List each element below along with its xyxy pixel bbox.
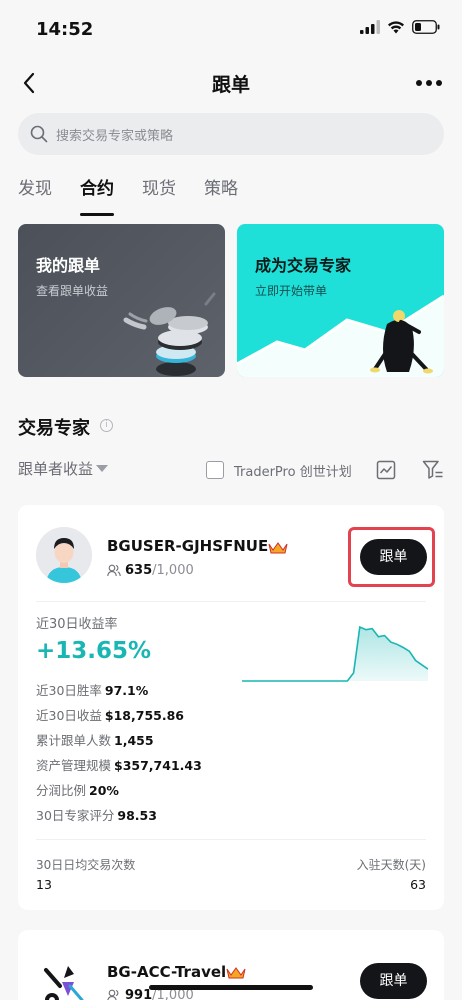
users-icon (107, 989, 119, 1000)
my-copy-trades-card[interactable]: 我的跟单 查看跟单收益 (18, 224, 225, 377)
stat-value: $18,755.86 (104, 708, 184, 723)
filter-button[interactable] (422, 459, 444, 485)
trader-figure-illustration-icon (237, 294, 444, 377)
follower-current: 635 (125, 563, 153, 578)
section-title: 交易专家 (18, 418, 90, 439)
stat-label: 资产管理规模 (36, 758, 112, 773)
filter-icon (422, 460, 443, 479)
stat-value: 98.53 (117, 808, 157, 823)
sort-label: 跟单者收益 (18, 460, 94, 478)
divider (36, 601, 426, 602)
nav-bar: 跟单 (0, 58, 462, 108)
stat-value: $357,741.43 (114, 758, 202, 773)
wifi-icon (388, 21, 404, 34)
cellular-signal-icon (360, 20, 380, 34)
stat-value: 20% (89, 783, 119, 798)
roi-label: 近30日收益率 (36, 617, 118, 632)
avg-trades-label: 30日日均交易次数 (36, 858, 136, 872)
status-time: 14:52 (36, 19, 94, 40)
stat-value: 97.1% (104, 683, 149, 698)
tab-bar: 发现 合约 现货 策略 (18, 174, 266, 216)
traderpro-label[interactable]: TraderPro 创世计划 (234, 461, 352, 480)
filter-row: 跟单者收益 TraderPro 创世计划 (18, 458, 444, 482)
tab-strategy[interactable]: 策略 (204, 174, 238, 214)
caret-down-icon (96, 465, 109, 472)
battery-icon (412, 20, 440, 34)
follow-button[interactable]: 跟单 (360, 539, 427, 575)
trader-logo-icon (44, 966, 84, 1000)
roi-sparkline (242, 625, 428, 682)
tab-discover[interactable]: 发现 (18, 174, 52, 214)
roi-value: +13.65% (36, 638, 152, 664)
users-icon (107, 564, 121, 577)
more-dot-icon (416, 80, 422, 86)
stat-win-rate: 近30日胜率 97.1% (36, 680, 148, 699)
follower-max: /1,000 (152, 563, 194, 578)
person-avatar-icon (36, 527, 92, 583)
crown-icon (226, 967, 246, 979)
sort-dropdown[interactable]: 跟单者收益 (18, 458, 109, 479)
follower-count: 635 /1,000 (107, 563, 194, 578)
more-dot-icon (426, 80, 432, 86)
tab-futures[interactable]: 合约 (80, 174, 114, 216)
tab-spot[interactable]: 现货 (142, 174, 176, 214)
more-dot-icon (436, 80, 442, 86)
status-bar: 14:52 (0, 0, 462, 58)
stat-label: 30日专家评分 (36, 808, 115, 823)
days-joined-value: 63 (410, 877, 426, 892)
search-icon (30, 125, 48, 143)
stat-label: 累计跟单人数 (36, 733, 112, 748)
stat-label: 近30日收益 (36, 708, 102, 723)
avatar (36, 527, 92, 583)
trader-name: BGUSER-GJHSFNUE (107, 537, 269, 555)
chart-view-toggle[interactable] (376, 460, 396, 484)
status-icons (360, 20, 440, 34)
follow-button[interactable]: 跟单 (360, 963, 427, 999)
stat-value: 1,455 (114, 733, 154, 748)
stat-label: 分润比例 (36, 783, 87, 798)
more-options-button[interactable] (416, 80, 442, 86)
page-title: 跟单 (211, 74, 250, 96)
search-input[interactable]: 搜索交易专家或策略 (18, 113, 444, 155)
search-placeholder: 搜索交易专家或策略 (56, 128, 174, 144)
stat-total-followers: 累计跟单人数 1,455 (36, 730, 154, 749)
become-expert-card[interactable]: 成为交易专家 立即开始带单 (237, 224, 444, 377)
home-indicator (149, 985, 313, 990)
stat-profit-share: 分润比例 20% (36, 780, 119, 799)
avg-trades-value: 13 (36, 877, 52, 892)
stat-label: 近30日胜率 (36, 683, 102, 698)
follower-current: 991 (125, 988, 153, 1000)
trader-card[interactable]: BGUSER-GJHSFNUE 635 /1,000 跟单 近30日收益率 +1… (18, 505, 444, 910)
crown-icon (268, 542, 288, 554)
stat-expert-score: 30日专家评分 98.53 (36, 805, 157, 824)
line-chart-icon (376, 460, 396, 480)
stat-30d-profit: 近30日收益 $18,755.86 (36, 705, 184, 724)
divider (36, 839, 426, 840)
days-joined-label: 入驻天数(天) (356, 858, 426, 872)
coins-illustration-icon (123, 292, 216, 376)
info-icon[interactable]: i (100, 419, 113, 432)
stat-aum: 资产管理规模 $357,741.43 (36, 755, 202, 774)
trader-name: BG-ACC-Travel (107, 963, 227, 981)
traderpro-checkbox[interactable] (206, 461, 224, 479)
